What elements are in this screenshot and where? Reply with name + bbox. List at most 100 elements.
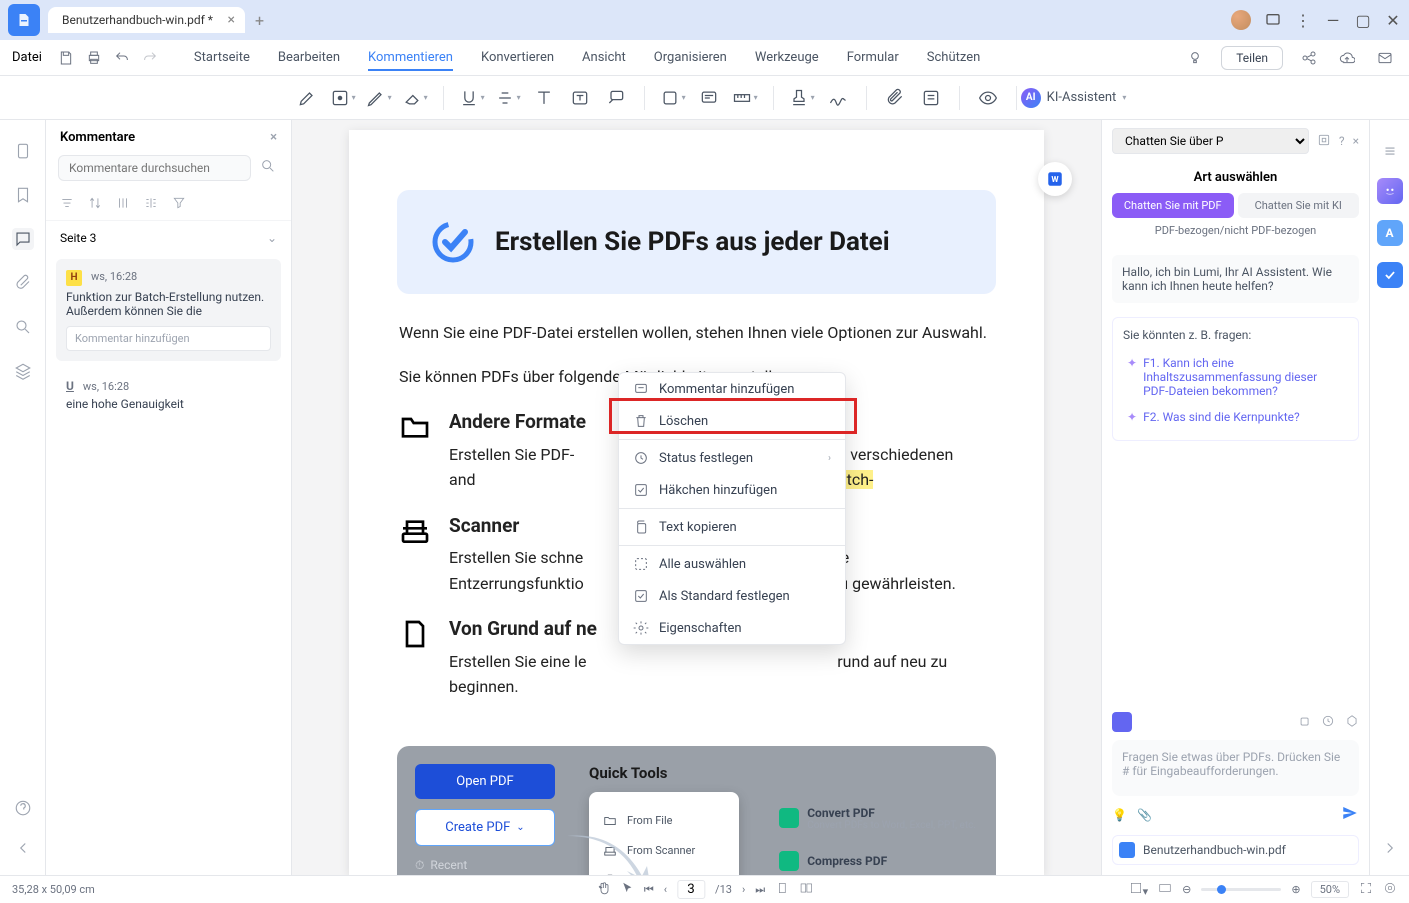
attachment-icon[interactable]	[881, 84, 909, 112]
properties-icon[interactable]	[1379, 140, 1401, 162]
signature-icon[interactable]	[824, 84, 852, 112]
close-tab-icon[interactable]: ×	[227, 12, 234, 28]
attachments-rail-icon[interactable]	[12, 272, 34, 294]
two-page-icon[interactable]	[799, 881, 813, 898]
first-page-icon[interactable]: ⏮	[644, 883, 654, 897]
ai-attached-file[interactable]: Benutzerhandbuch-win.pdf	[1112, 835, 1359, 865]
text-icon[interactable]	[530, 84, 558, 112]
maximize-icon[interactable]: ▢	[1355, 12, 1371, 28]
search-icon[interactable]	[257, 155, 279, 177]
ai-assistant-button[interactable]: AI KI-Assistent ▾	[1021, 88, 1127, 108]
ai-app-icon[interactable]	[1112, 712, 1132, 732]
next-page-icon[interactable]: ›	[742, 883, 745, 896]
ctx-set-default[interactable]: Als Standard festlegen	[619, 580, 845, 612]
fullscreen-icon[interactable]	[1359, 881, 1373, 898]
ai-help-icon[interactable]: ?	[1339, 134, 1345, 148]
ai-suggestion-link[interactable]: ✦F1. Kann ich eine Inhaltszusammenfassun…	[1123, 350, 1348, 404]
ctx-set-status[interactable]: Status festlegen›	[619, 442, 845, 474]
ai-expand-icon[interactable]	[1317, 133, 1331, 150]
note-icon[interactable]	[329, 84, 357, 112]
expand-icon[interactable]	[116, 195, 130, 214]
highlighter-icon[interactable]	[293, 84, 321, 112]
menu-formular[interactable]: Formular	[847, 50, 899, 65]
help-icon[interactable]	[12, 797, 34, 819]
ai-chat-icon[interactable]	[1377, 178, 1403, 204]
user-avatar[interactable]	[1231, 10, 1251, 30]
hand-tool-icon[interactable]	[596, 881, 610, 898]
mail-icon[interactable]	[1373, 46, 1397, 70]
minimize-icon[interactable]: —	[1325, 12, 1341, 28]
thumbnails-icon[interactable]	[12, 140, 34, 162]
convert-pdf-item[interactable]: Convert PDFConvert PDFs to Word, Excel, …	[779, 806, 976, 831]
ai-close-icon[interactable]: ×	[1353, 134, 1359, 148]
page-number-input[interactable]	[677, 880, 705, 899]
word-export-icon[interactable]: W	[1038, 162, 1072, 196]
menu-dots-icon[interactable]: ⋮	[1295, 12, 1311, 28]
underline-icon[interactable]	[458, 84, 486, 112]
menu-startseite[interactable]: Startseite	[194, 50, 250, 65]
ai-translate-icon[interactable]: A	[1377, 220, 1403, 246]
view-mode-icon[interactable]: ▾	[1129, 881, 1149, 898]
textbox-icon[interactable]	[566, 84, 594, 112]
ctx-select-all[interactable]: Alle auswählen	[619, 548, 845, 580]
chat-icon[interactable]	[1265, 12, 1281, 28]
comments-list-icon[interactable]	[917, 84, 945, 112]
lightbulb-icon[interactable]	[1183, 46, 1207, 70]
ctx-add-comment[interactable]: Kommentar hinzufügen	[619, 373, 845, 405]
cloud-upload-icon[interactable]	[1335, 46, 1359, 70]
ai-send-icon[interactable]	[1341, 804, 1359, 825]
comments-search-input[interactable]	[58, 155, 251, 181]
collapse-right-icon[interactable]	[1379, 837, 1401, 859]
close-panel-icon[interactable]: ×	[270, 130, 277, 145]
hide-comments-icon[interactable]	[974, 84, 1002, 112]
pencil-icon[interactable]	[365, 84, 393, 112]
ai-copy-icon[interactable]	[1297, 714, 1311, 731]
ctx-add-check[interactable]: Häkchen hinzufügen	[619, 474, 845, 506]
create-pdf-button[interactable]: Create PDF ⌄	[415, 809, 555, 846]
ai-settings-icon[interactable]	[1345, 714, 1359, 731]
fit-icon[interactable]	[1383, 881, 1397, 898]
last-page-icon[interactable]: ⏭	[755, 883, 765, 897]
menu-werkzeuge[interactable]: Werkzeuge	[755, 50, 819, 65]
save-icon[interactable]	[54, 46, 78, 70]
menu-ansicht[interactable]: Ansicht	[582, 50, 626, 65]
select-tool-icon[interactable]	[620, 881, 634, 898]
menu-konvertieren[interactable]: Konvertieren	[481, 50, 554, 65]
print-icon[interactable]	[82, 46, 106, 70]
ai-mode-select[interactable]: Chatten Sie über P	[1112, 128, 1309, 154]
callout-icon[interactable]	[602, 84, 630, 112]
ctx-properties[interactable]: Eigenschaften	[619, 612, 845, 644]
menu-bearbeiten[interactable]: Bearbeiten	[278, 50, 340, 65]
strikethrough-icon[interactable]	[494, 84, 522, 112]
ai-tab-pdf[interactable]: Chatten Sie mit PDF	[1112, 193, 1234, 218]
menu-organisieren[interactable]: Organisieren	[654, 50, 727, 65]
layers-icon[interactable]	[12, 360, 34, 382]
collapse-icon[interactable]	[144, 195, 158, 214]
eraser-icon[interactable]	[401, 84, 429, 112]
menu-kommentieren[interactable]: Kommentieren	[368, 50, 453, 71]
comments-rail-icon[interactable]	[12, 228, 34, 250]
ai-suggestion-link[interactable]: ✦F2. Was sind die Kernpunkte?	[1123, 404, 1348, 430]
ai-check-icon[interactable]	[1377, 262, 1403, 288]
read-mode-icon[interactable]	[1158, 881, 1172, 898]
ai-attach-icon[interactable]: 📎	[1137, 808, 1152, 822]
filter-icon[interactable]	[172, 195, 186, 214]
single-page-icon[interactable]	[775, 881, 789, 898]
recent-files[interactable]: ⏱ Recent	[415, 858, 555, 873]
ai-tab-ki[interactable]: Chatten Sie mit KI	[1238, 193, 1360, 218]
comment-card[interactable]: U ws, 16:28 eine hohe Genauigkeit	[56, 369, 281, 421]
menu-schuetzen[interactable]: Schützen	[927, 50, 981, 65]
add-comment-input[interactable]: Kommentar hinzufügen	[66, 326, 271, 351]
ai-lightbulb-icon[interactable]: 💡	[1112, 808, 1127, 822]
ai-input[interactable]: Fragen Sie etwas über PDFs. Drücken Sie …	[1112, 740, 1359, 796]
zoom-in-icon[interactable]: ⊕	[1291, 883, 1300, 896]
comment-card[interactable]: H ws, 16:28 Funktion zur Batch-Erstellun…	[56, 259, 281, 361]
zoom-out-icon[interactable]: ⊖	[1182, 883, 1191, 896]
bookmarks-icon[interactable]	[12, 184, 34, 206]
share-button[interactable]: Teilen	[1221, 46, 1283, 70]
zoom-level[interactable]: 50%	[1311, 881, 1349, 898]
measure-icon[interactable]	[731, 84, 759, 112]
ctx-copy-text[interactable]: Text kopieren	[619, 511, 845, 543]
sort-az-icon[interactable]	[88, 195, 102, 214]
redo-icon[interactable]	[138, 46, 162, 70]
